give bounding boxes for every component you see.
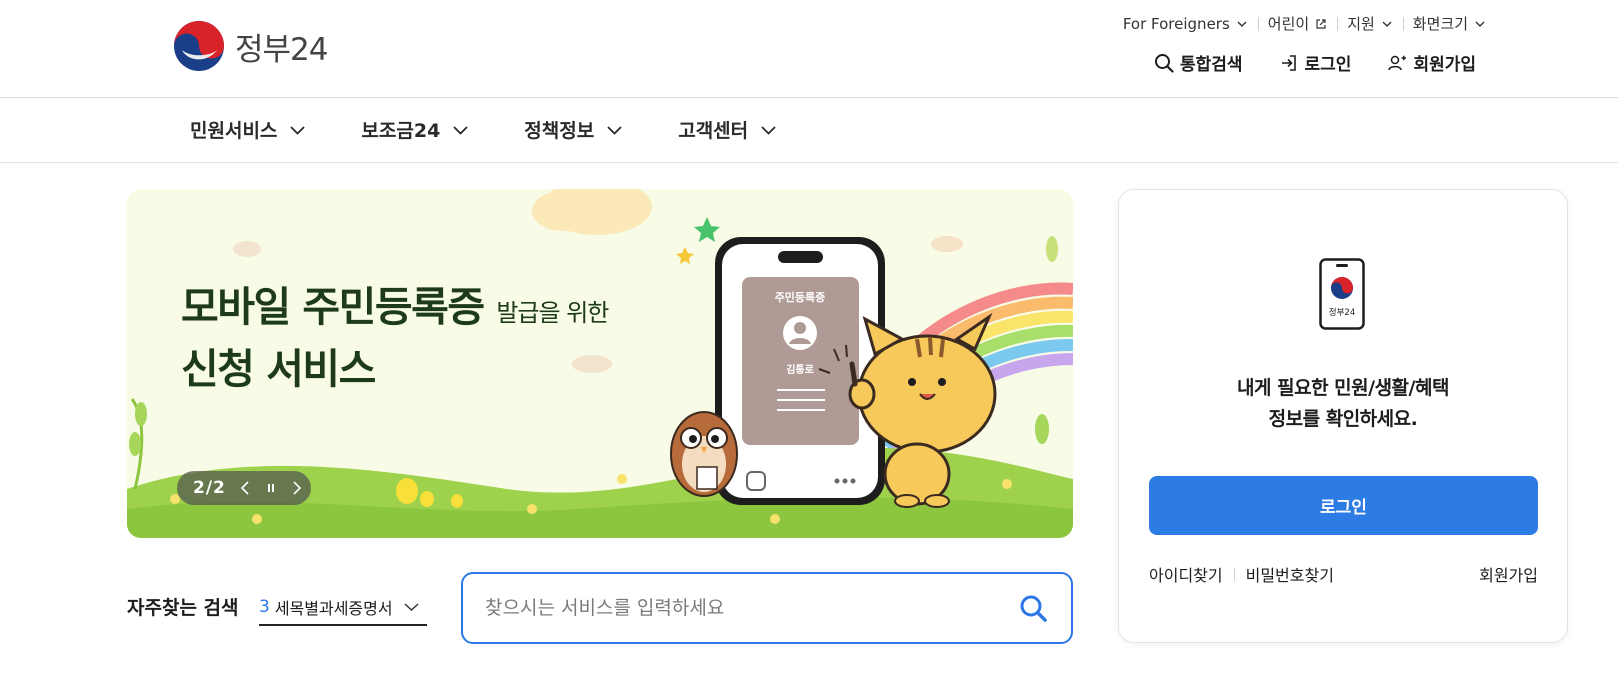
external-link-icon [1316,18,1326,29]
chevron-down-icon [1382,21,1392,27]
frequent-search-rank: 3 [259,597,270,617]
banner-headline: 모바일 주민등록증 발급을 위한 신청 서비스 [181,279,609,397]
chevron-right-icon [293,481,302,495]
site-header: 정부24 For Foreigners 어린이 지원 화면크기 통합검색 로그인 [0,0,1618,98]
gnb-label: 민원서비스 [190,120,278,142]
link-label: 로그인 [1304,55,1352,75]
util-label: 지원 [1347,15,1375,33]
banner-controls: 2/2 [177,471,311,505]
link-label: 통합검색 [1179,55,1243,75]
gnb-label: 고객센터 [678,120,749,142]
login-icon [1281,54,1296,71]
util-screen-size[interactable]: 화면크기 [1402,13,1486,34]
prev-slide-button[interactable] [238,478,252,498]
mobile-icon-text: 정부24 [1329,307,1355,318]
login-message-line1: 내게 필요한 민원/생활/혜택 [1237,377,1449,399]
gnb-customer-center[interactable]: 고객센터 [678,116,777,143]
search-icon [1020,595,1047,622]
site-logo[interactable]: 정부24 [173,20,328,72]
utility-bar: For Foreigners 어린이 지원 화면크기 [1113,13,1486,34]
gnb-subsidy[interactable]: 보조금24 [361,116,469,143]
chevron-down-icon [1237,21,1247,27]
chevron-down-icon [290,125,306,135]
gnb-label: 정책정보 [524,120,595,142]
chevron-left-icon [240,481,249,495]
search-input[interactable] [485,597,1017,619]
find-password-link[interactable]: 비밀번호찾기 [1246,562,1334,586]
slide-counter: 2/2 [193,478,226,498]
pause-icon [267,484,274,492]
main-banner[interactable]: 주민등록증 김통로 모바일 주민등록증 발급을 위한 신청 서비스 2/2 [127,189,1073,538]
gnb-policy-info[interactable]: 정책정보 [524,116,623,143]
frequent-search-dropdown[interactable]: 3 세목별과세증명서 [259,590,427,626]
chevron-down-icon [453,125,468,135]
search-box [461,572,1073,644]
frequent-search-label: 자주찾는 검색 [127,597,239,619]
login-message-line2: 정보를 확인하세요. [1268,408,1418,430]
login-message: 내게 필요한 민원/생활/혜택 정보를 확인하세요. [1119,373,1567,435]
logo-text: 정부24 [235,31,328,68]
frequent-search-term: 세목별과세증명서 [274,599,393,618]
find-id-link[interactable]: 아이디찾기 [1149,562,1223,586]
id-card-name: 김통로 [786,364,814,376]
banner-title-line1: 모바일 주민등록증 [181,283,485,331]
banner-title-line1-small: 발급을 위한 [496,299,609,327]
login-card: 정부24 내게 필요한 민원/생활/혜택 정보를 확인하세요. 로그인 아이디찾… [1118,189,1568,643]
login-button[interactable]: 로그인 [1149,476,1538,535]
gnb-civil-service[interactable]: 민원서비스 [190,116,306,143]
taegeuk-logo-icon [174,21,224,71]
header-main-links: 통합검색 로그인 회원가입 [1154,50,1476,75]
divider [1233,567,1235,581]
chevron-down-icon [404,603,419,612]
search-button[interactable] [1017,592,1049,624]
link-label: 회원가입 [1413,55,1476,75]
chevron-down-icon [761,125,776,135]
global-nav: 민원서비스 보조금24 정책정보 고객센터 [0,98,1618,163]
id-card-title: 주민등록증 [775,290,826,304]
util-support[interactable]: 지원 [1337,13,1403,34]
util-kids[interactable]: 어린이 [1257,13,1337,34]
chevron-down-icon [1475,21,1485,27]
gnb-label: 보조금24 [361,120,441,142]
util-label: 어린이 [1267,15,1310,33]
signup-link[interactable]: 회원가입 [1387,50,1476,75]
integrated-search-link[interactable]: 통합검색 [1154,50,1243,75]
banner-title-line2: 신청 서비스 [181,345,376,393]
next-slide-button[interactable] [290,478,304,498]
util-label: 화면크기 [1412,15,1468,33]
util-label: For Foreigners [1122,14,1230,33]
util-for-foreigners[interactable]: For Foreigners [1113,15,1258,33]
mobile-gov24-icon: 정부24 [1319,258,1365,330]
login-links: 아이디찾기 비밀번호찾기 회원가입 [1149,562,1538,586]
login-link[interactable]: 로그인 [1279,50,1352,75]
signup-card-link[interactable]: 회원가입 [1479,562,1538,586]
search-icon [1154,53,1174,73]
user-plus-icon [1388,55,1407,70]
pause-slide-button[interactable] [264,478,278,498]
chevron-down-icon [607,125,622,135]
